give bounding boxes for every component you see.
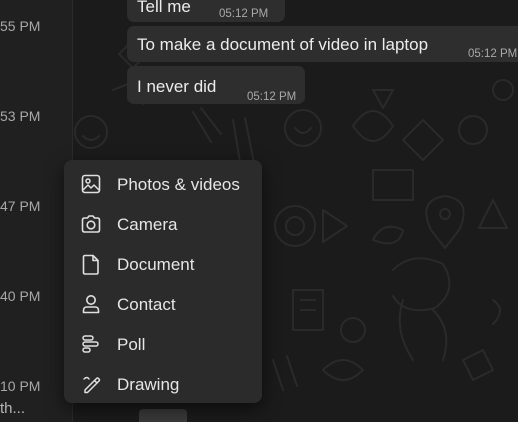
menu-item-photos-videos[interactable]: Photos & videos [64, 163, 262, 203]
menu-item-label: Contact [117, 295, 176, 314]
chat-time: 55 PM [0, 18, 41, 34]
chat-time: 53 PM [0, 108, 41, 124]
chat-time: 10 PM [0, 378, 41, 394]
message-bubble[interactable]: To make a document of video in laptop 05… [127, 26, 518, 62]
chat-time: 40 PM [0, 288, 41, 304]
menu-item-camera[interactable]: Camera [64, 203, 262, 243]
menu-item-label: Document [117, 255, 195, 274]
menu-item-label: Drawing [117, 375, 180, 394]
photos-videos-icon [81, 174, 101, 194]
message-bubble[interactable]: Tell me 05:12 PM [127, 0, 285, 22]
message-input[interactable] [139, 409, 187, 422]
menu-item-poll[interactable]: Poll [64, 323, 262, 363]
drawing-icon [83, 376, 101, 394]
menu-item-label: Photos & videos [117, 175, 240, 194]
message-text: Tell me [137, 0, 191, 16]
message-bubble[interactable]: I never did 05:12 PM [127, 66, 305, 104]
menu-item-document[interactable]: Document [64, 243, 262, 283]
message-time: 05:12 PM [247, 91, 297, 103]
chat-list: 55 PM 53 PM 47 PM 40 PM 10 PM th... [0, 0, 72, 422]
menu-item-label: Camera [117, 215, 178, 234]
message-time: 05:12 PM [468, 48, 518, 60]
menu-item-label: Poll [117, 335, 146, 354]
contact-icon [82, 295, 100, 314]
menu-item-contact[interactable]: Contact [64, 283, 262, 323]
message-text: I never did [137, 77, 217, 96]
app-window: 55 PM 53 PM 47 PM 40 PM 10 PM th... Tell… [0, 0, 518, 422]
chat-preview: th... [0, 400, 26, 417]
attach-menu: Photos & videos Camera Document Contact [64, 160, 262, 403]
poll-icon [82, 335, 99, 353]
camera-icon [81, 215, 101, 233]
chat-time: 47 PM [0, 198, 41, 214]
menu-item-drawing[interactable]: Drawing [64, 363, 262, 403]
document-icon [82, 254, 99, 275]
message-time: 05:12 PM [219, 8, 269, 20]
message-text: To make a document of video in laptop [137, 35, 429, 54]
